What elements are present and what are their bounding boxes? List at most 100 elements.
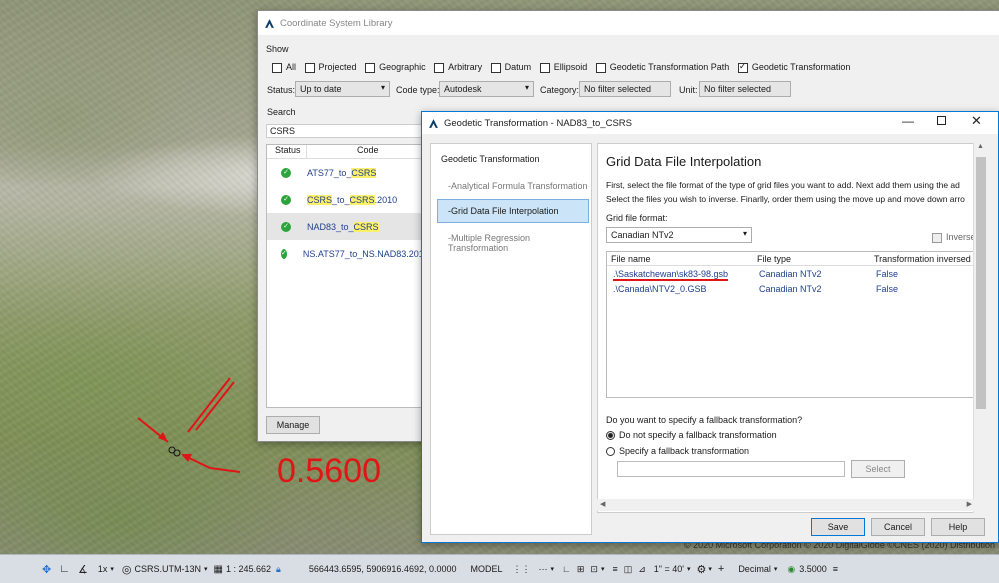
cancel-button[interactable]: Cancel xyxy=(871,518,925,536)
lock-icon[interactable]: 🔒︎ xyxy=(276,564,281,575)
file-type: Canadian NTv2 xyxy=(759,284,822,294)
save-button[interactable]: Save xyxy=(811,518,865,536)
dialog-title: Geodetic Transformation - NAD83_to_CSRS xyxy=(444,117,632,129)
file-list: File name File type Transformation inver… xyxy=(606,251,974,398)
nav-item-grid-data-file[interactable]: -Grid Data File Interpolation xyxy=(437,199,589,223)
col-code[interactable]: Code xyxy=(307,145,379,158)
status-ok-icon: ✓ xyxy=(281,248,287,259)
nav-panel: Geodetic Transformation -Analytical Form… xyxy=(430,143,592,535)
minimize-icon[interactable]: — xyxy=(902,114,914,128)
codetype-label: Code type: xyxy=(396,85,440,95)
dynamic-input-icon[interactable]: ⊞ xyxy=(577,564,585,575)
lineweight-icon[interactable]: ≡ xyxy=(612,564,617,574)
autodesk-logo-icon xyxy=(429,118,438,128)
dimension-value: 0.5600 xyxy=(277,452,381,490)
library-title: Coordinate System Library xyxy=(280,17,393,29)
manage-button[interactable]: Manage xyxy=(266,416,320,434)
table-row[interactable]: ✓ NS.ATS77_to_NS.NAD83.2010 xyxy=(267,240,429,267)
status-filter-label: Status: xyxy=(267,85,296,95)
help-button[interactable]: Help xyxy=(931,518,985,536)
gear-icon[interactable]: ⚙ xyxy=(696,563,706,576)
chevron-down-icon[interactable]: ▾ xyxy=(204,565,208,573)
table-row[interactable]: .\Saskatchewan\sk83-98.gsb Canadian NTv2… xyxy=(607,266,974,282)
nav-item-geodetic-transformation[interactable]: Geodetic Transformation xyxy=(441,154,540,164)
chevron-down-icon[interactable]: ▾ xyxy=(551,565,555,573)
maximize-icon[interactable] xyxy=(937,116,946,125)
scale-value[interactable]: 1 : 245.662 xyxy=(226,564,271,574)
menu-icon[interactable]: ≡ xyxy=(833,564,838,574)
select-button[interactable]: Select xyxy=(851,460,905,478)
codetype-select[interactable]: Autodesk ▾ xyxy=(439,81,534,97)
table-row[interactable]: ✓ CSRS_to_CSRS.2010 xyxy=(267,186,425,213)
file-name: .\Canada\NTV2_0.GSB xyxy=(613,284,707,294)
table-row[interactable]: ✓ NAD83_to_CSRS xyxy=(267,213,425,240)
scale-factor[interactable]: 1x xyxy=(98,564,108,574)
chevron-down-icon[interactable]: ▾ xyxy=(708,565,712,573)
inverse-checkbox[interactable]: Inverse xyxy=(932,232,974,243)
format-select[interactable]: Canadian NTv2 ▾ xyxy=(606,227,752,243)
status-bar: ✥ ∟ ∡ 1x ▾ ◎ CSRS.UTM-13N ▾ ▦ 1 : 245.66… xyxy=(0,554,999,583)
workspace-icon[interactable]: ◉ xyxy=(787,564,795,575)
table-row[interactable]: ✓ ATS77_to_CSRS xyxy=(267,159,425,186)
checkbox-ellipsoid[interactable]: Ellipsoid xyxy=(539,62,587,73)
fallback-input[interactable] xyxy=(617,461,845,477)
chevron-down-icon[interactable]: ▾ xyxy=(774,565,778,573)
ortho-icon[interactable]: ∟ xyxy=(59,563,70,575)
ratio-value[interactable]: 1" = 40' xyxy=(654,564,684,574)
library-titlebar: Coordinate System Library xyxy=(258,11,999,35)
status-ok-icon: ✓ xyxy=(281,167,291,178)
radio-no-fallback[interactable]: Do not specify a fallback transformation xyxy=(606,430,777,441)
model-space-button[interactable]: MODEL xyxy=(471,564,503,574)
col-file-type[interactable]: File type xyxy=(757,254,791,264)
scrollbar-thumb[interactable] xyxy=(976,157,986,409)
checkbox-all[interactable]: All xyxy=(272,62,296,73)
scroll-left-icon[interactable]: ◀ xyxy=(600,500,605,508)
grid-icon: ▦ xyxy=(213,563,223,575)
file-inversed: False xyxy=(876,269,899,279)
coordinate-system-value[interactable]: CSRS.UTM-13N xyxy=(135,564,202,574)
transparency-icon[interactable]: ◫ xyxy=(624,564,633,575)
file-name: .\Saskatchewan\sk83-98.gsb xyxy=(613,269,729,281)
horizontal-scrollbar[interactable]: ◀ ▶ xyxy=(597,499,975,511)
status-ok-icon: ✓ xyxy=(281,194,291,205)
plus-icon[interactable]: + xyxy=(718,563,724,575)
description-line-1: First, select the file format of the typ… xyxy=(606,180,960,190)
unit-select[interactable]: No filter selected xyxy=(699,81,791,97)
checkbox-projected[interactable]: Projected xyxy=(304,62,357,73)
col-file-name[interactable]: File name xyxy=(611,254,651,264)
scroll-up-icon[interactable]: ▲ xyxy=(974,143,987,150)
vertical-scrollbar[interactable]: ▲ xyxy=(973,143,987,513)
file-type: Canadian NTv2 xyxy=(759,269,822,279)
status-filter-select[interactable]: Up to date ▾ xyxy=(295,81,390,97)
chevron-down-icon[interactable]: ▾ xyxy=(601,565,605,573)
radio-specify-fallback[interactable]: Specify a fallback transformation xyxy=(606,446,749,457)
status-ok-icon: ✓ xyxy=(281,221,291,232)
snap-icon[interactable]: ✥ xyxy=(42,563,51,576)
col-status[interactable]: Status xyxy=(267,145,307,158)
infer-icon[interactable]: ∟ xyxy=(562,564,571,574)
annotation-icon[interactable]: ⊿ xyxy=(638,564,646,575)
category-select[interactable]: No filter selected xyxy=(579,81,671,97)
checkbox-geodetic-transformation-path[interactable]: Geodetic Transformation Path xyxy=(595,62,729,73)
osnap-icon[interactable]: ⊡ xyxy=(590,564,598,575)
grid-display-icon[interactable]: ⋮⋮ xyxy=(513,564,531,575)
table-row[interactable]: .\Canada\NTV2_0.GSB Canadian NTv2 False xyxy=(607,282,974,298)
polar-icon[interactable]: ∡ xyxy=(78,563,88,576)
units-value[interactable]: Decimal xyxy=(738,564,771,574)
chevron-down-icon[interactable]: ▾ xyxy=(687,565,691,573)
nav-item-analytical-formula[interactable]: -Analytical Formula Transformation xyxy=(448,181,588,191)
checkbox-datum[interactable]: Datum xyxy=(490,62,531,73)
checkbox-geodetic-transformation[interactable]: Geodetic Transformation xyxy=(737,61,850,73)
results-header: Status Code xyxy=(267,145,425,159)
scroll-right-icon[interactable]: ▶ xyxy=(967,500,972,508)
checkbox-arbitrary[interactable]: Arbitrary xyxy=(434,62,482,73)
snap-mode-icon[interactable]: ⋯ xyxy=(539,564,548,575)
category-label: Category: xyxy=(540,85,580,95)
checkbox-geographic[interactable]: Geographic xyxy=(365,62,426,73)
globe-icon: ◎ xyxy=(121,563,132,576)
nav-item-multiple-regression[interactable]: -Multiple Regression Transformation xyxy=(448,233,591,253)
search-input[interactable]: CSRS xyxy=(266,124,426,138)
col-transformation-inversed[interactable]: Transformation inversed xyxy=(874,254,971,264)
chevron-down-icon[interactable]: ▾ xyxy=(110,565,114,573)
close-icon[interactable]: ✕ xyxy=(971,113,982,129)
